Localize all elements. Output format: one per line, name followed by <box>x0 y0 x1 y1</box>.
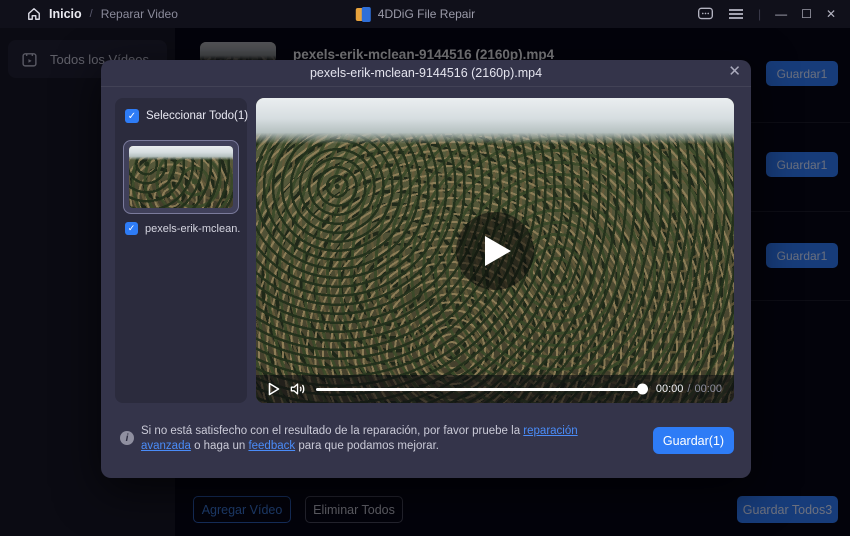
select-all-checkbox[interactable]: ✓ <box>125 109 139 123</box>
breadcrumb-home[interactable]: Inicio <box>49 7 82 21</box>
file-checkbox[interactable]: ✓ <box>125 222 138 235</box>
breadcrumb: Inicio / Reparar Video <box>0 7 178 21</box>
select-all-label: Seleccionar Todo(1) <box>146 110 248 122</box>
preview-dialog: pexels-erik-mclean-9144516 (2160p).mp4 ✕… <box>101 60 751 478</box>
big-play-button[interactable] <box>456 212 534 290</box>
dialog-header: pexels-erik-mclean-9144516 (2160p).mp4 ✕ <box>101 60 751 87</box>
feedback-link[interactable]: feedback <box>248 440 295 452</box>
video-thumbnail-card[interactable] <box>123 140 239 214</box>
titlebar: Inicio / Reparar Video 4DDiG File Repair… <box>0 0 850 28</box>
app-logo-icon <box>356 7 371 22</box>
seek-bar[interactable] <box>316 388 646 391</box>
controls-divider: | <box>758 7 761 21</box>
player-controls: 00:00 / 00:00 <box>256 375 734 403</box>
time-display: 00:00 / 00:00 <box>656 383 722 395</box>
window-controls: | — ☐ ✕ <box>697 7 850 22</box>
close-window-button[interactable]: ✕ <box>826 8 836 20</box>
time-current: 00:00 <box>656 383 684 395</box>
app-title: 4DDiG File Repair <box>378 7 475 21</box>
notice-middle: o haga un <box>191 440 249 452</box>
play-control-icon[interactable] <box>268 382 280 396</box>
app-title-group: 4DDiG File Repair <box>356 7 475 22</box>
thumbnail-label-row: ✓ pexels-erik-mclean... <box>125 222 241 235</box>
volume-icon[interactable] <box>290 382 306 396</box>
notice-tail: para que podamos mejorar. <box>295 440 439 452</box>
video-thumbnail <box>129 146 233 208</box>
time-total: 00:00 <box>694 383 722 395</box>
dialog-title: pexels-erik-mclean-9144516 (2160p).mp4 <box>310 66 542 80</box>
breadcrumb-separator: / <box>90 8 93 20</box>
video-player[interactable]: 00:00 / 00:00 <box>256 98 734 403</box>
home-icon[interactable] <box>27 7 41 21</box>
app-window: Inicio / Reparar Video 4DDiG File Repair… <box>0 0 850 536</box>
play-icon <box>483 234 513 268</box>
select-all-row[interactable]: ✓ Seleccionar Todo(1) <box>115 98 247 131</box>
info-icon: i <box>120 431 134 445</box>
notice-line1: Si no está satisfecho con el resultado d… <box>141 425 523 437</box>
file-select-panel: ✓ Seleccionar Todo(1) ✓ pexels-erik-mcle… <box>115 98 247 403</box>
close-dialog-button[interactable]: ✕ <box>728 64 741 79</box>
repair-notice: Si no está satisfecho con el resultado d… <box>141 424 581 454</box>
save-selected-button[interactable]: Guardar(1) <box>653 427 734 454</box>
breadcrumb-current: Reparar Video <box>101 7 178 21</box>
video-sky <box>256 98 734 144</box>
menu-icon[interactable] <box>728 8 744 20</box>
thumbnail-label: pexels-erik-mclean... <box>145 223 241 235</box>
feedback-chat-icon[interactable] <box>697 7 714 22</box>
maximize-button[interactable]: ☐ <box>801 8 812 20</box>
seek-handle[interactable] <box>637 384 648 395</box>
time-separator: / <box>687 383 690 395</box>
minimize-button[interactable]: — <box>775 8 787 20</box>
